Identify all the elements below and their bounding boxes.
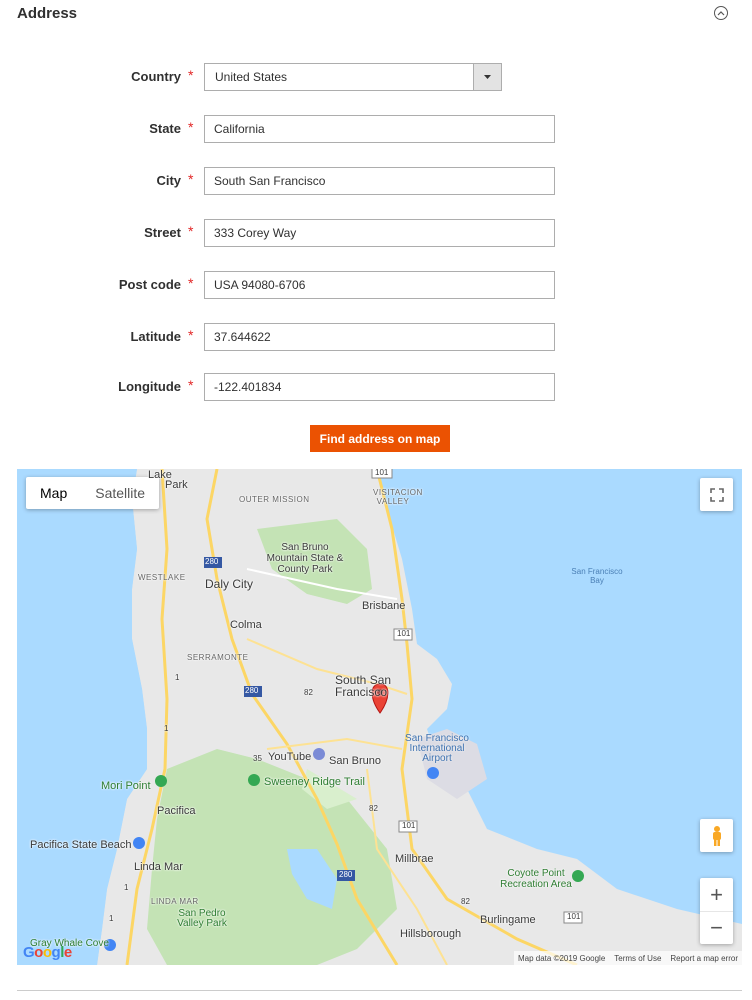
street-input[interactable]: 333 Corey Way xyxy=(204,219,555,247)
fullscreen-icon xyxy=(709,487,724,502)
longitude-input[interactable]: -122.401834 xyxy=(204,373,555,401)
street-view-button[interactable] xyxy=(700,819,733,852)
map-label: South San Francisco xyxy=(335,673,392,699)
section-title: Address xyxy=(17,5,78,22)
collapse-icon[interactable] xyxy=(714,6,728,20)
zoom-in-button[interactable]: + xyxy=(700,878,733,912)
highway-label: 1 xyxy=(109,914,114,923)
highway-label: 82 xyxy=(369,804,378,813)
city-row: City * South San Francisco xyxy=(0,167,752,195)
terms-link[interactable]: Terms of Use xyxy=(614,954,661,963)
latitude-row: Latitude * 37.644622 xyxy=(0,323,752,351)
state-input[interactable]: California xyxy=(204,115,555,143)
map-label: San Pedro Valley Park xyxy=(177,908,227,929)
map-label: WESTLAKE xyxy=(138,573,186,582)
map-label: Sweeney Ridge Trail xyxy=(264,776,365,788)
highway-label: 101 xyxy=(402,821,416,830)
highway-label: 280 xyxy=(205,557,219,566)
park-poi-icon[interactable] xyxy=(155,775,167,787)
map-label: Brisbane xyxy=(362,600,406,612)
country-label: Country xyxy=(131,69,181,84)
required-mark: * xyxy=(188,119,194,135)
divider xyxy=(17,990,742,991)
highway-label: 1 xyxy=(175,673,180,682)
highway-label: 101 xyxy=(397,629,411,638)
highway-label: 101 xyxy=(375,469,389,477)
map-label: VISITACION VALLEY xyxy=(373,488,423,506)
street-row: Street * 333 Corey Way xyxy=(0,219,752,247)
postcode-label: Post code xyxy=(118,277,181,292)
report-error-link[interactable]: Report a map error xyxy=(670,954,738,963)
map-label: San Francisco Bay xyxy=(571,567,623,585)
map-label: YouTube xyxy=(268,751,312,763)
city-input[interactable]: South San Francisco xyxy=(204,167,555,195)
city-label: City xyxy=(156,173,181,188)
map-label: Millbrae xyxy=(395,853,434,865)
state-label: State xyxy=(149,121,181,136)
country-row: Country * United States xyxy=(0,63,752,91)
map-type-control: Map Satellite xyxy=(26,477,160,509)
map-label: Coyote Point Recreation Area xyxy=(500,868,572,890)
highway-label: 82 xyxy=(304,688,313,697)
street-label: Street xyxy=(144,225,181,240)
map-label: Mori Point xyxy=(101,780,151,792)
find-address-button[interactable]: Find address on map xyxy=(310,425,450,452)
highway-label: 280 xyxy=(245,686,259,695)
longitude-label: Longitude xyxy=(118,379,181,394)
map-label: Pacifica xyxy=(157,805,196,817)
map[interactable]: Map Satellite + − Lake Park OUTER MISSIO… xyxy=(17,469,742,965)
map-type-satellite-button[interactable]: Satellite xyxy=(81,477,159,509)
postcode-input[interactable]: USA 94080-6706 xyxy=(204,271,555,299)
required-mark: * xyxy=(188,275,194,291)
latitude-label: Latitude xyxy=(130,329,181,344)
required-mark: * xyxy=(188,67,194,83)
map-label: Pacifica State Beach xyxy=(30,839,132,851)
map-label: OUTER MISSION xyxy=(239,495,310,504)
country-value: United States xyxy=(215,70,288,84)
map-label: Linda Mar xyxy=(134,861,183,873)
required-mark: * xyxy=(188,171,194,187)
required-mark: * xyxy=(188,223,194,239)
poi-icon[interactable] xyxy=(313,748,325,760)
airport-poi-icon[interactable] xyxy=(427,767,439,779)
zoom-control: + − xyxy=(700,878,733,944)
map-attribution: Map data ©2019 Google Terms of Use Repor… xyxy=(513,951,742,965)
longitude-row: Longitude * -122.401834 xyxy=(0,373,752,401)
highway-label: 82 xyxy=(461,897,470,906)
map-label: Hillsborough xyxy=(400,928,462,940)
fullscreen-button[interactable] xyxy=(700,478,733,511)
map-label: Colma xyxy=(230,619,262,631)
postcode-row: Post code * USA 94080-6706 xyxy=(0,271,752,299)
map-label: Park xyxy=(165,479,188,491)
latitude-input[interactable]: 37.644622 xyxy=(204,323,555,351)
country-select[interactable]: United States xyxy=(204,63,502,91)
map-label: San Francisco International Airport xyxy=(405,733,469,764)
pegman-icon xyxy=(712,825,721,846)
zoom-out-button[interactable]: − xyxy=(700,912,733,944)
required-mark: * xyxy=(188,377,194,393)
highway-label: 1 xyxy=(124,883,129,892)
highway-label: 101 xyxy=(567,912,581,921)
highway-label: 1 xyxy=(164,724,169,733)
beach-poi-icon[interactable] xyxy=(133,837,145,849)
map-label: San Bruno Mountain State & County Park xyxy=(266,542,344,575)
map-label: Burlingame xyxy=(480,914,536,926)
map-label: SERRAMONTE xyxy=(187,653,249,662)
highway-label: 35 xyxy=(253,754,262,763)
map-type-map-button[interactable]: Map xyxy=(26,477,81,509)
map-label: Daly City xyxy=(205,577,254,591)
map-data-text: Map data ©2019 Google xyxy=(517,953,606,963)
highway-label: 280 xyxy=(339,870,353,879)
chevron-down-icon[interactable] xyxy=(473,64,501,90)
required-mark: * xyxy=(188,327,194,343)
map-label: San Bruno xyxy=(329,755,381,767)
park-poi-icon[interactable] xyxy=(248,774,260,786)
google-logo[interactable]: Google xyxy=(23,944,72,961)
map-label: LINDA MAR xyxy=(151,897,199,906)
state-row: State * California xyxy=(0,115,752,143)
